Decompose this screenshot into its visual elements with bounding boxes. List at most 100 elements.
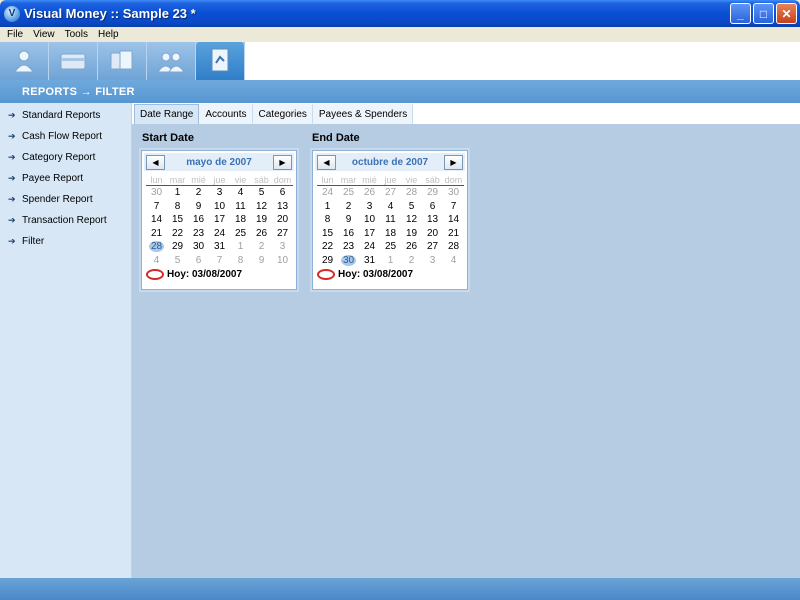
calendar-day[interactable]: 3 [272,240,293,254]
calendar-day[interactable]: 7 [443,200,464,214]
calendar-day[interactable]: 30 [338,254,359,268]
calendar-day[interactable]: 26 [251,227,272,241]
sidebar-item-payee-report[interactable]: ➔ Payee Report [0,168,131,189]
calendar-day[interactable]: 11 [230,200,251,214]
calendar-day[interactable]: 1 [230,240,251,254]
calendar-day[interactable]: 6 [422,200,443,214]
calendar-day[interactable]: 29 [167,240,188,254]
toolbar-payees-button[interactable] [147,42,196,80]
calendar-day[interactable]: 27 [272,227,293,241]
calendar-day[interactable]: 30 [443,186,464,200]
menu-file[interactable]: File [2,29,28,40]
sidebar-item-category-report[interactable]: ➔ Category Report [0,147,131,168]
calendar-day[interactable]: 2 [338,200,359,214]
calendar-day[interactable]: 25 [230,227,251,241]
calendar-day[interactable]: 3 [209,186,230,200]
calendar-day[interactable]: 12 [251,200,272,214]
calendar-day[interactable]: 1 [317,200,338,214]
calendar-day[interactable]: 24 [209,227,230,241]
toolbar-accounts-button[interactable] [98,42,147,80]
sidebar-item-standard-reports[interactable]: ➔ Standard Reports [0,105,131,126]
calendar-day[interactable]: 16 [188,213,209,227]
calendar-day[interactable]: 6 [272,186,293,200]
calendar-day[interactable]: 25 [380,240,401,254]
calendar-day[interactable]: 1 [380,254,401,268]
calendar-day[interactable]: 7 [146,200,167,214]
calendar-day[interactable]: 30 [146,186,167,200]
toolbar-reports-button[interactable] [196,42,245,80]
calendar-day[interactable]: 24 [317,186,338,200]
calendar-day[interactable]: 25 [338,186,359,200]
calendar-day[interactable]: 26 [359,186,380,200]
calendar-day[interactable]: 26 [401,240,422,254]
sidebar-item-spender-report[interactable]: ➔ Spender Report [0,189,131,210]
calendar-day[interactable]: 4 [230,186,251,200]
tab-payees-spenders[interactable]: Payees & Spenders [312,104,414,124]
menu-tools[interactable]: Tools [60,29,93,40]
calendar-day[interactable]: 23 [188,227,209,241]
calendar-day[interactable]: 6 [188,254,209,268]
calendar-day[interactable]: 14 [146,213,167,227]
calendar-day[interactable]: 27 [380,186,401,200]
tab-date-range[interactable]: Date Range [134,104,200,124]
calendar-day[interactable]: 31 [359,254,380,268]
calendar-day[interactable]: 17 [359,227,380,241]
calendar-day[interactable]: 28 [401,186,422,200]
calendar-day[interactable]: 29 [422,186,443,200]
calendar-day[interactable]: 11 [380,213,401,227]
calendar-day[interactable]: 8 [230,254,251,268]
toolbar-cards-button[interactable] [49,42,98,80]
sidebar-item-cash-flow-report[interactable]: ➔ Cash Flow Report [0,126,131,147]
calendar-day[interactable]: 30 [188,240,209,254]
calendar-day[interactable]: 3 [422,254,443,268]
minimize-button[interactable]: _ [730,3,751,24]
calendar-day[interactable]: 19 [401,227,422,241]
calendar-day[interactable]: 16 [338,227,359,241]
menu-help[interactable]: Help [93,29,124,40]
close-button[interactable]: ✕ [776,3,797,24]
calendar-day[interactable]: 20 [422,227,443,241]
calendar-day[interactable]: 21 [443,227,464,241]
calendar-day[interactable]: 27 [422,240,443,254]
calendar-day[interactable]: 1 [167,186,188,200]
prev-month-button[interactable]: ◀ [317,154,336,170]
calendar-day[interactable]: 18 [230,213,251,227]
calendar-day[interactable]: 9 [251,254,272,268]
calendar-day[interactable]: 15 [167,213,188,227]
calendar-day[interactable]: 28 [443,240,464,254]
calendar-day[interactable]: 29 [317,254,338,268]
calendar-day[interactable]: 9 [188,200,209,214]
sidebar-item-filter[interactable]: ➔ Filter [0,231,131,252]
calendar-day[interactable]: 2 [188,186,209,200]
calendar-day[interactable]: 13 [422,213,443,227]
today-link[interactable]: Hoy: 03/08/2007 [317,269,463,280]
calendar-day[interactable]: 4 [443,254,464,268]
calendar-day[interactable]: 15 [317,227,338,241]
calendar-day[interactable]: 22 [167,227,188,241]
toolbar-people-button[interactable] [0,42,49,80]
calendar-day[interactable]: 4 [146,254,167,268]
calendar-day[interactable]: 8 [167,200,188,214]
calendar-day[interactable]: 14 [443,213,464,227]
next-month-button[interactable]: ▶ [272,154,292,170]
calendar-day[interactable]: 8 [317,213,338,227]
calendar-day[interactable]: 22 [317,240,338,254]
calendar-day[interactable]: 17 [209,213,230,227]
calendar-day[interactable]: 21 [146,227,167,241]
calendar-day[interactable]: 3 [359,200,380,214]
calendar-day[interactable]: 31 [209,240,230,254]
calendar-day[interactable]: 19 [251,213,272,227]
calendar-day[interactable]: 10 [209,200,230,214]
calendar-day[interactable]: 24 [359,240,380,254]
calendar-day[interactable]: 10 [359,213,380,227]
tab-accounts[interactable]: Accounts [199,104,253,124]
calendar-day[interactable]: 13 [272,200,293,214]
calendar-day[interactable]: 18 [380,227,401,241]
calendar-day[interactable]: 4 [380,200,401,214]
sidebar-item-transaction-report[interactable]: ➔ Transaction Report [0,210,131,231]
calendar-day[interactable]: 28 [146,240,167,254]
next-month-button[interactable]: ▶ [444,154,463,170]
calendar-day[interactable]: 10 [272,254,293,268]
calendar-day[interactable]: 12 [401,213,422,227]
calendar-day[interactable]: 23 [338,240,359,254]
